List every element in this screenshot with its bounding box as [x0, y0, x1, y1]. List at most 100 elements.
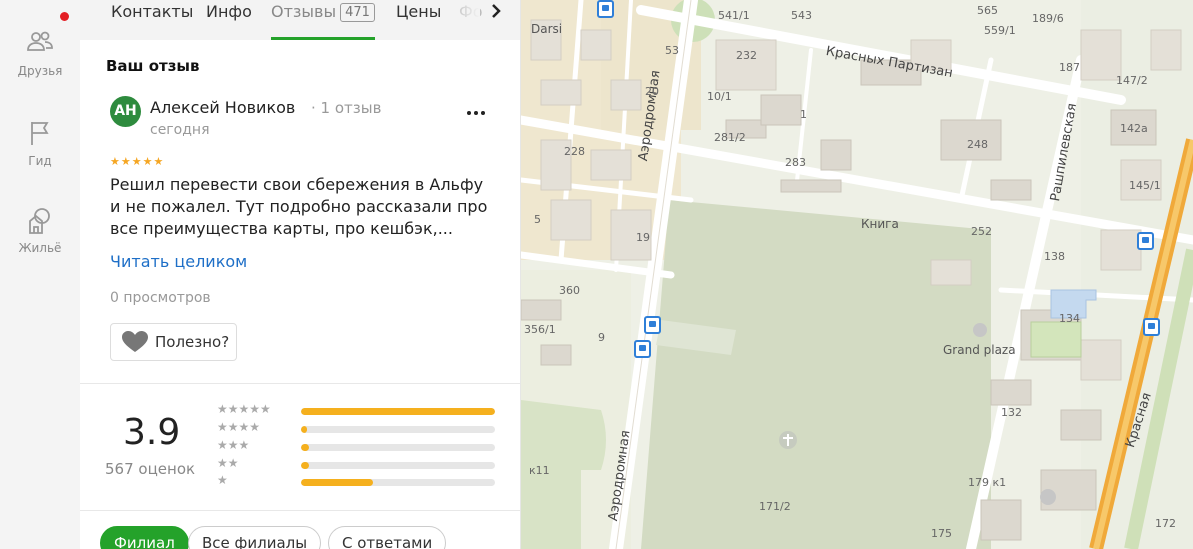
- filter-with-answers-chip[interactable]: С ответами: [328, 526, 447, 549]
- rail-item-label: Друзья: [17, 64, 63, 78]
- map-poi-label[interactable]: Книга: [861, 217, 899, 231]
- house-number-label: 53: [665, 44, 679, 57]
- divider: [80, 510, 520, 511]
- more-options-icon[interactable]: [463, 100, 489, 124]
- house-number-label: 9: [598, 331, 605, 344]
- bus-stop-icon[interactable]: [634, 340, 651, 358]
- useful-button[interactable]: Полезно?: [110, 323, 237, 361]
- tab-fade: [450, 0, 480, 36]
- filter-all-branches-chip[interactable]: Все филиалы: [188, 526, 322, 549]
- rail-item-label: Жильё: [18, 241, 62, 255]
- house-number-label: 20: [645, 85, 659, 98]
- house-number-label: 541/1: [718, 9, 750, 22]
- rail-item-guide[interactable]: Гид: [0, 118, 80, 168]
- rating-row-fill: [301, 426, 307, 433]
- rating-row-stars: ★★★: [217, 438, 250, 452]
- author-name[interactable]: Алексей Новиков: [150, 98, 295, 117]
- map-poi-label[interactable]: Darsi: [531, 22, 562, 36]
- useful-label: Полезно?: [155, 333, 230, 351]
- org-panel: Контакты Инфо Отзывы471 Цены Фо Ваш отзы…: [80, 0, 521, 549]
- house-number-label: 172: [1155, 517, 1176, 530]
- rating-row-bar: [301, 462, 495, 469]
- house-number-label: 147/2: [1116, 74, 1148, 87]
- house-number-label: 10/1: [707, 90, 732, 103]
- bus-stop-icon[interactable]: [644, 316, 661, 334]
- house-number-label: 248: [967, 138, 988, 151]
- house-number-label: 228: [564, 145, 585, 158]
- house-icon: [29, 208, 50, 234]
- house-number-label: 179 к1: [968, 476, 1007, 489]
- bus-stop-icon[interactable]: [1143, 318, 1160, 336]
- rating-row-fill: [301, 444, 309, 451]
- read-more-link[interactable]: Читать целиком: [110, 252, 247, 271]
- rating-row-bar: [301, 408, 495, 415]
- rail-item-housing[interactable]: Жильё: [0, 205, 80, 255]
- house-number-label: 5: [534, 213, 541, 226]
- house-number-label: 559/1: [984, 24, 1016, 37]
- rating-row-stars: ★: [217, 473, 228, 487]
- review-stars: ★★★★★: [110, 155, 165, 168]
- tab-reviews-label: Отзывы: [271, 2, 337, 21]
- rating-value: 3.9: [123, 412, 181, 453]
- house-number-label: к11: [529, 464, 550, 477]
- flag-icon: [31, 122, 49, 145]
- rating-distribution-row[interactable]: ★★★★★: [217, 402, 497, 419]
- house-number-label: 142а: [1120, 122, 1148, 135]
- tab-info[interactable]: Инфо: [206, 0, 252, 40]
- rating-row-fill: [301, 462, 309, 469]
- house-number-label: 132: [1001, 406, 1022, 419]
- house-number-label: 543: [791, 9, 812, 22]
- review-text: Решил перевести свои сбережения в Альфу …: [110, 175, 488, 238]
- house-number-label: 145/1: [1129, 179, 1161, 192]
- house-number-label: 232: [736, 49, 757, 62]
- rating-distribution-row[interactable]: ★★: [217, 456, 497, 473]
- heart-icon: [122, 331, 148, 352]
- rating-row-stars: ★★★★★: [217, 402, 271, 416]
- bus-stop-icon[interactable]: [597, 0, 614, 18]
- left-rail: Друзья Гид Жильё: [0, 0, 81, 549]
- map-view[interactable]: Красных Партизан Аэродромная Аэродромная…: [521, 0, 1193, 549]
- rail-item-friends[interactable]: Друзья: [0, 28, 80, 78]
- avatar[interactable]: АН: [110, 96, 141, 127]
- tab-contacts[interactable]: Контакты: [111, 0, 193, 40]
- rating-distribution-row[interactable]: ★: [217, 473, 497, 490]
- rating-row-fill: [301, 479, 373, 486]
- house-number-label: 283: [785, 156, 806, 169]
- rating-distribution-row[interactable]: ★★★: [217, 438, 497, 455]
- rating-distribution-row[interactable]: ★★★★: [217, 420, 497, 437]
- section-title: Ваш отзыв: [106, 57, 200, 75]
- active-tab-indicator: [271, 37, 375, 40]
- rating-row-bar: [301, 444, 495, 451]
- notification-dot: [60, 12, 69, 21]
- house-number-label: 252: [971, 225, 992, 238]
- house-number-label: 171/2: [759, 500, 791, 513]
- house-number-label: 138: [1044, 250, 1065, 263]
- rating-row-bar: [301, 426, 495, 433]
- divider: [80, 383, 520, 384]
- house-number-label: 19: [636, 231, 650, 244]
- tab-prices[interactable]: Цены: [396, 0, 441, 40]
- bus-stop-icon[interactable]: [1137, 232, 1154, 250]
- house-number-label: 356/1: [524, 323, 556, 336]
- rating-row-fill: [301, 408, 495, 415]
- filter-branch-chip[interactable]: Филиал: [100, 526, 189, 549]
- rail-item-label: Гид: [28, 154, 52, 168]
- house-number-label: 187: [1059, 61, 1080, 74]
- house-number-label: 175: [931, 527, 952, 540]
- tab-reviews[interactable]: Отзывы 471: [271, 0, 375, 40]
- chevron-right-icon[interactable]: [484, 0, 508, 24]
- tab-bar: Контакты Инфо Отзывы471 Цены Фо: [80, 0, 520, 40]
- rating-row-stars: ★★★★: [217, 420, 261, 434]
- house-number-label: 360: [559, 284, 580, 297]
- house-number-label: 1: [800, 108, 807, 121]
- rating-row-bar: [301, 479, 495, 486]
- review-date: сегодня: [150, 122, 210, 138]
- house-number-label: 189/6: [1032, 12, 1064, 25]
- map-poi-label[interactable]: Grand plaza: [943, 343, 1016, 357]
- views-count: 0 просмотров: [110, 290, 211, 306]
- house-number-label: 134: [1059, 312, 1080, 325]
- house-number-label: 565: [977, 4, 998, 17]
- friends-icon: [27, 31, 53, 51]
- author-review-count: · 1 отзыв: [311, 99, 382, 117]
- house-number-label: 281/2: [714, 131, 746, 144]
